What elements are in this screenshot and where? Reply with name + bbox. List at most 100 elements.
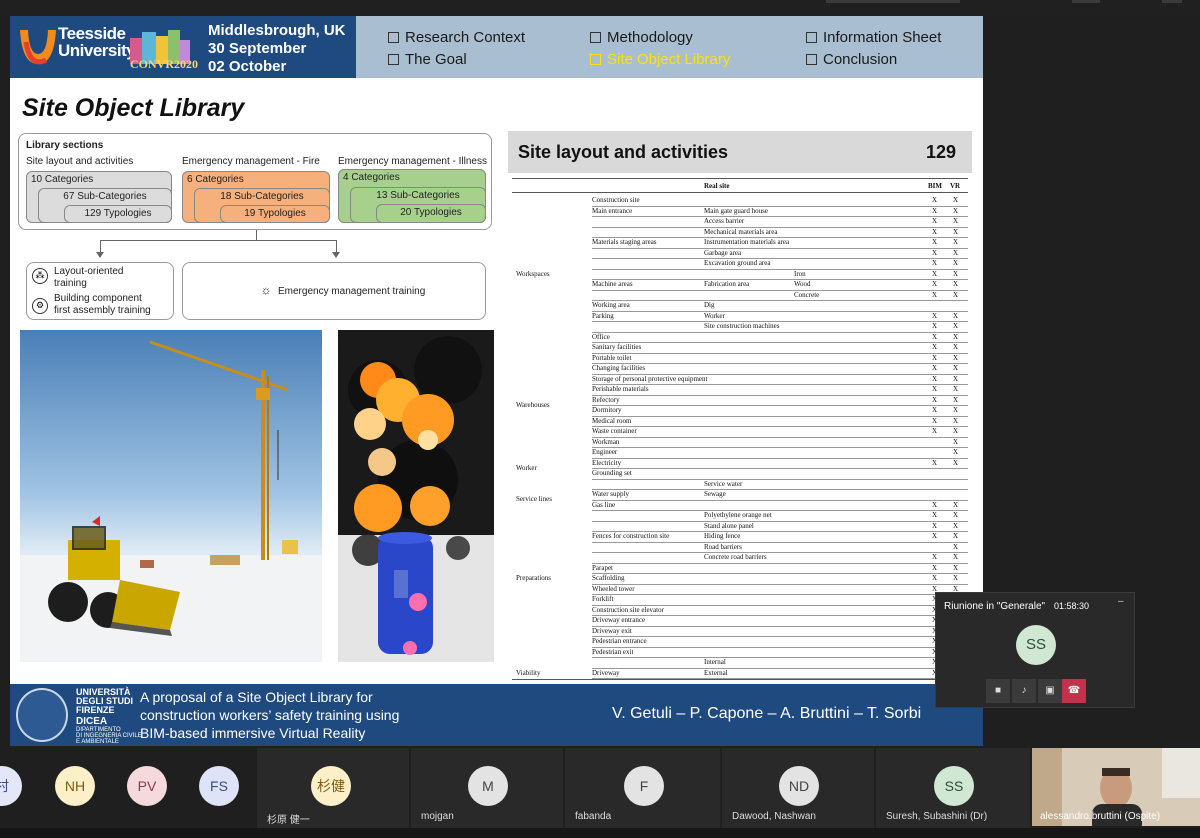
table-cell-bim: X (932, 322, 938, 330)
table-row-rule (592, 625, 968, 626)
table-cell-vr: X (953, 259, 959, 267)
table-cell-bim: X (932, 217, 938, 225)
table-cell-sub: Instrumentation materials area (704, 238, 790, 246)
table-group-label: Preparations (516, 574, 551, 582)
table-group-label: Warehouses (516, 400, 550, 409)
table-cell-vr: X (953, 364, 959, 372)
table-cell-vr: X (953, 217, 959, 225)
table-row-rule (592, 468, 968, 469)
table-cell-item: Parapet (592, 563, 613, 572)
table-cell-vr: X (953, 542, 959, 551)
top-control-bar[interactable] (826, 0, 960, 3)
checkbox-icon (590, 32, 601, 43)
table-cell-item: Office (592, 332, 610, 341)
table-group-label: Viability (516, 668, 541, 677)
table-cell-item: Machine areas (592, 280, 633, 288)
table-cell-bim: X (932, 511, 938, 519)
meeting-title: Riunione in "Generale" (944, 601, 1046, 612)
table-cell-sub: Garbage area (704, 248, 742, 257)
participant-avatar[interactable]: ND (779, 766, 819, 806)
meeting-avatar: SS (1016, 625, 1056, 665)
table-cell-vr: X (953, 290, 959, 299)
table-cell-item: Scaffolding (592, 574, 625, 582)
participant-avatar[interactable]: NH (55, 766, 95, 806)
table-cell-vr: X (953, 458, 959, 467)
table-cell-item: Sanitary facilities (592, 343, 642, 351)
table-cell-item: Parking (592, 311, 614, 320)
slide-title: Site Object Library (22, 94, 245, 122)
table-cell-bim: X (932, 332, 938, 341)
section-label-site: Site layout and activities (26, 156, 134, 167)
share-screen-icon[interactable]: ▣ (1038, 679, 1062, 703)
table-cell-bim: X (932, 395, 938, 404)
table-row-rule (592, 405, 968, 406)
table-cell-vr: X (953, 311, 959, 320)
table-cell-item: Waste container (592, 427, 637, 435)
construction-site-render (20, 330, 322, 662)
table-cell-item: Driveway exit (592, 626, 632, 635)
table-cell-vr: X (953, 563, 959, 572)
window-top-strip (0, 0, 1200, 16)
table-row-rule (592, 216, 968, 217)
table-cell-sub: Worker (704, 311, 725, 320)
table-row-rule (592, 583, 968, 584)
table-cell-vr: X (953, 500, 959, 509)
microphone-icon[interactable]: ♪ (1012, 679, 1036, 703)
table-cell-bim: X (932, 385, 938, 393)
table-cell-sub: Excavation ground area (704, 259, 771, 267)
table-row-rule (592, 657, 968, 658)
camera-icon[interactable]: ■ (986, 679, 1010, 703)
table-row-rule (592, 615, 968, 616)
library-sections-title: Library sections (26, 140, 104, 151)
hang-up-icon[interactable]: ☎ (1062, 679, 1086, 703)
table-row-rule (592, 552, 968, 553)
checkbox-icon (590, 54, 601, 65)
table-cell-bim: X (932, 532, 938, 540)
table-cell-sub: Road barriers (704, 542, 742, 551)
section-label-fire: Emergency management - Fire (182, 156, 320, 167)
table-cell-vr: X (953, 269, 959, 278)
participant-avatar[interactable]: PV (127, 766, 167, 806)
table-cell-bim: X (932, 563, 938, 572)
participant-avatar[interactable]: M (468, 766, 508, 806)
table-cell-bim: X (932, 458, 938, 467)
table-cell-bim: X (932, 427, 938, 435)
top-control-more[interactable] (1162, 0, 1182, 3)
participant-avatar[interactable]: SS (934, 766, 974, 806)
table-cell-vr: X (953, 280, 959, 288)
table-cell-item: Grounding set (592, 469, 632, 477)
table-cell-bim: X (932, 290, 938, 299)
participant-avatar[interactable]: F (624, 766, 664, 806)
table-rule (512, 679, 968, 680)
participant-avatar[interactable]: 杉健 (311, 766, 351, 806)
table-row-rule (592, 415, 968, 416)
table-cell-bim: X (932, 248, 938, 257)
table-cell-bim: X (932, 574, 938, 582)
table-cell-bim: X (932, 353, 938, 362)
table-cell-item: Engineer (592, 448, 618, 456)
table-row-rule (592, 499, 968, 500)
table-cell-item: Forklift (592, 595, 614, 603)
participant-avatar[interactable]: FS (199, 766, 239, 806)
top-control-small[interactable] (1072, 0, 1100, 3)
table-cell-sub: Site construction machines (704, 322, 780, 330)
table-rule (512, 178, 968, 179)
checkbox-icon (388, 32, 399, 43)
table-heading-count: 129 (925, 142, 956, 162)
bottom-bar (0, 828, 1200, 838)
table-cell-item: Construction site (592, 196, 640, 204)
table-cell-bim: X (932, 311, 938, 320)
table-row-rule (592, 226, 968, 227)
table-cell-sub: Polyethylene orange net (704, 511, 772, 519)
nav-site-object-library: Site Object Library (590, 51, 730, 68)
table-row-rule (592, 489, 968, 490)
checkbox-icon (806, 54, 817, 65)
meeting-mini-window[interactable]: Riunione in "Generale" 01:58:30 – SS ■ ♪… (935, 592, 1135, 708)
table-cell-vr: X (953, 437, 959, 446)
minimize-icon[interactable]: – (1118, 596, 1124, 607)
participant-name: Dawood, Nashwan (732, 811, 816, 822)
site-layout-table: Real site BIM VR Construction site X X Main… (512, 178, 968, 683)
table-cell-bim: X (932, 206, 938, 215)
table-cell-vr: X (953, 332, 959, 341)
illness-typologies-box: 20 Typologies (376, 204, 486, 223)
